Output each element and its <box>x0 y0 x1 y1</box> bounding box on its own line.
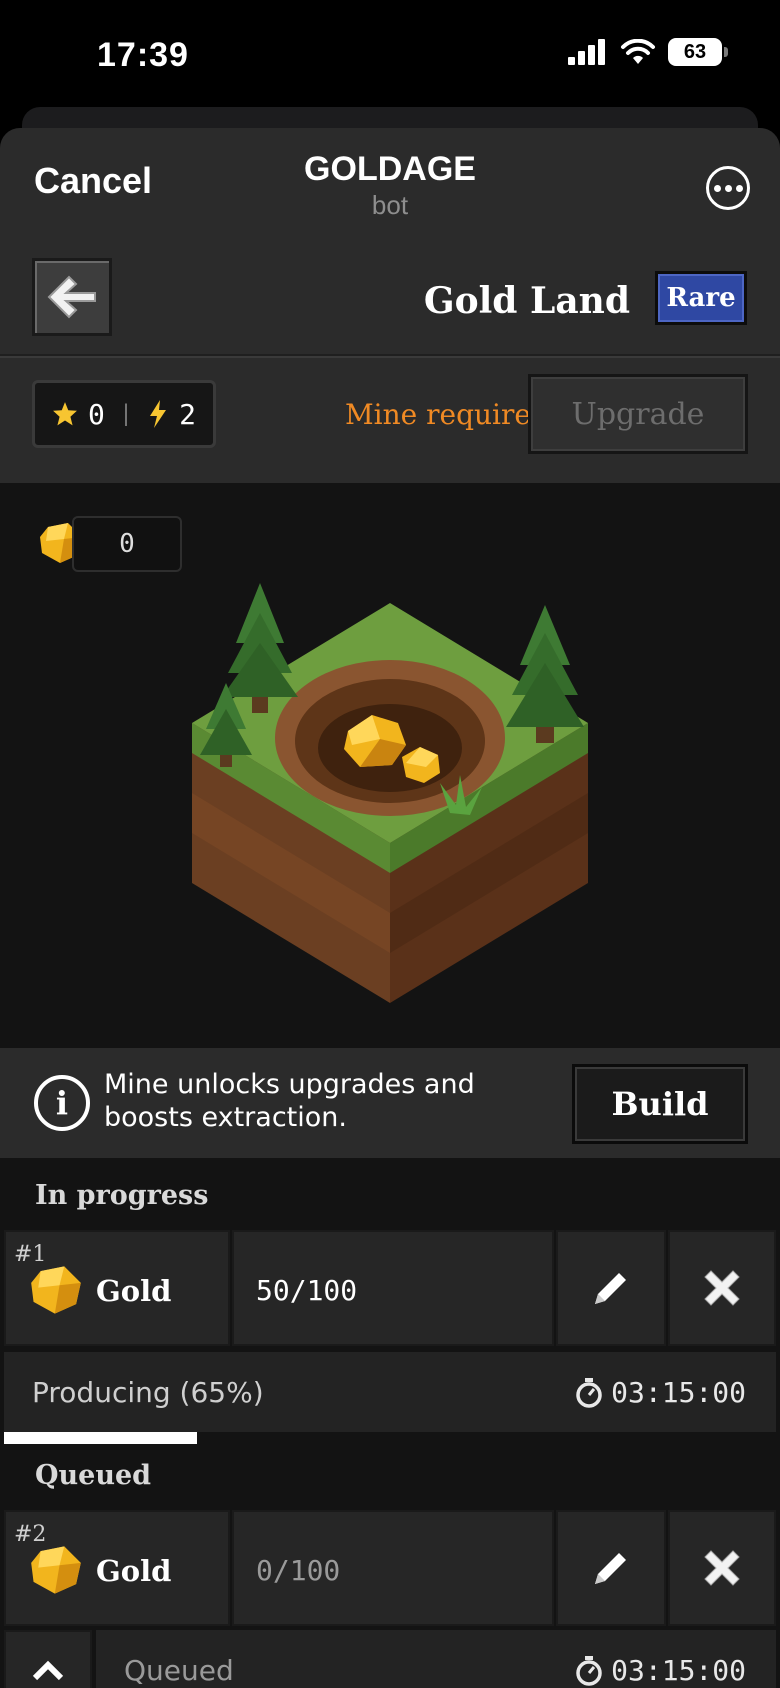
pencil-icon <box>595 1553 626 1584</box>
production-quantity: 50/100 <box>256 1274 358 1307</box>
move-up-button[interactable] <box>4 1630 92 1688</box>
production-quantity-cell: 50/100 <box>232 1230 554 1346</box>
remove-queued-button[interactable] <box>668 1510 776 1626</box>
in-progress-heading: In progress <box>35 1180 209 1211</box>
divider <box>0 354 780 358</box>
mine-info-bar: i Mine unlocks upgrades and boosts extra… <box>0 1048 780 1158</box>
stars-count: 0 <box>88 397 105 431</box>
info-text: Mine unlocks upgrades and boosts extract… <box>104 1069 475 1133</box>
status-time: 17:39 <box>97 36 189 74</box>
energy-count: 2 <box>179 397 196 431</box>
timer-value: 03:15:00 <box>611 1376 746 1409</box>
queued-timer: 03:15:00 <box>575 1654 746 1687</box>
stats-separator: | <box>122 400 130 427</box>
dot-icon <box>735 184 743 192</box>
status-icons: 63 <box>568 38 728 66</box>
more-options-button[interactable] <box>706 166 750 210</box>
dot-icon <box>724 184 732 192</box>
isometric-land-illustration <box>192 583 588 1003</box>
pencil-icon <box>595 1273 626 1304</box>
close-icon <box>704 1270 740 1306</box>
dot-icon <box>713 184 721 192</box>
info-icon: i <box>34 1075 90 1131</box>
status-bar: 17:39 63 <box>0 0 780 110</box>
bot-sheet: Cancel GOLDAGE bot Gold Land Rare 0 | 2 … <box>0 128 780 1688</box>
battery-indicator: 63 <box>668 38 728 66</box>
queued-quantity-cell: 0/100 <box>232 1510 554 1626</box>
cellular-signal-icon <box>568 39 605 65</box>
production-status: Producing (65%) <box>32 1376 264 1409</box>
cancel-production-button[interactable] <box>668 1230 776 1346</box>
sheet-header: Cancel GOLDAGE bot <box>0 128 780 228</box>
production-timer: 03:15:00 <box>575 1376 746 1409</box>
land-scene: 0 <box>0 483 780 1048</box>
wifi-icon <box>621 39 655 64</box>
gold-nugget-icon <box>31 1266 81 1314</box>
production-status-row: Producing (65%) 03:15:00 <box>4 1352 776 1432</box>
stats-pill: 0 | 2 <box>32 380 216 448</box>
land-title: Gold Land <box>423 280 630 322</box>
queued-resource-cell: #2 Gold <box>4 1510 230 1626</box>
build-button[interactable]: Build <box>572 1064 748 1144</box>
back-button[interactable] <box>32 258 112 336</box>
bot-subtitle: bot <box>371 190 409 220</box>
requirement-text: Mine required <box>345 398 549 431</box>
arrow-left-icon <box>47 275 96 319</box>
queued-quantity: 0/100 <box>256 1554 341 1587</box>
edit-queued-button[interactable] <box>556 1510 666 1626</box>
queued-heading: Queued <box>35 1460 152 1491</box>
timer-value: 03:15:00 <box>611 1654 746 1687</box>
queued-status: Queued <box>124 1654 234 1687</box>
gold-nugget-icon <box>31 1546 81 1594</box>
resource-name: Gold <box>96 1554 172 1588</box>
stopwatch-icon <box>576 1655 602 1686</box>
upgrade-button[interactable]: Upgrade <box>528 374 748 454</box>
production-resource-cell: #1 Gold <box>4 1230 230 1346</box>
chevron-up-icon <box>32 1660 64 1681</box>
star-icon <box>53 402 77 426</box>
stopwatch-icon <box>576 1377 602 1408</box>
lightning-icon <box>150 400 167 428</box>
close-icon <box>704 1550 740 1586</box>
tree-left-back <box>222 583 298 713</box>
resource-name: Gold <box>96 1274 172 1308</box>
rarity-badge: Rare <box>655 271 747 325</box>
bot-title: GOLDAGE <box>304 150 476 188</box>
edit-button[interactable] <box>556 1230 666 1346</box>
tree-right <box>506 605 584 743</box>
queued-status-row: Queued 03:15:00 <box>96 1630 776 1688</box>
production-progress-bar <box>4 1432 197 1444</box>
